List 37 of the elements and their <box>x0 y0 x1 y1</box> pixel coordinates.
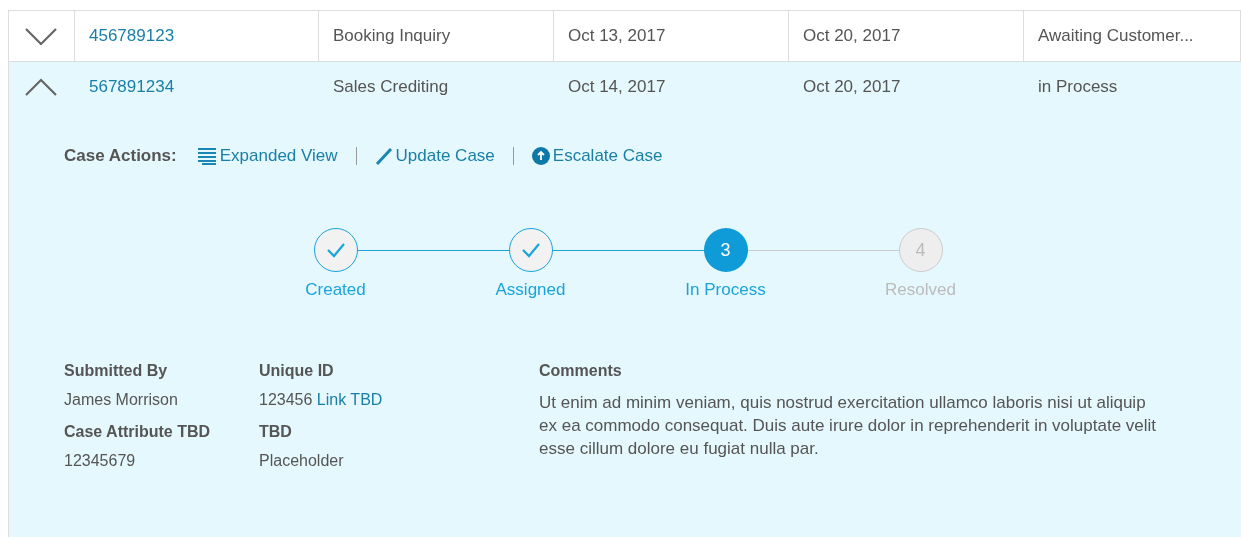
field-value: 123456 <box>259 391 313 408</box>
step-label: Resolved <box>885 280 956 300</box>
comments-label: Comments <box>539 362 623 380</box>
case-number-link[interactable]: 567891234 <box>89 77 175 97</box>
escalate-icon <box>531 147 550 165</box>
action-link[interactable]: Expanded View <box>196 146 338 166</box>
table-cell: Awaiting Customer... <box>1038 26 1194 46</box>
step-label: In Process <box>685 280 766 300</box>
table-cell: Oct 13, 2017 <box>568 26 666 46</box>
field-label: Unique ID <box>259 362 335 380</box>
field-label: Submitted By <box>64 362 169 380</box>
field-label: Case Attribute TBD <box>64 423 212 441</box>
expand-chevron-icon[interactable] <box>24 26 58 46</box>
table-cell: Oct 20, 2017 <box>803 77 901 97</box>
check-icon <box>520 242 541 258</box>
link[interactable]: Link TBD <box>316 391 383 408</box>
case-number-link[interactable]: 456789123 <box>89 26 175 46</box>
field-value: James Morrison <box>64 391 179 409</box>
collapse-chevron-icon[interactable] <box>24 77 58 97</box>
list-icon <box>196 147 217 165</box>
field-label: TBD <box>259 423 293 441</box>
pencil-icon <box>374 147 393 165</box>
field-value: 12345679 <box>64 452 137 470</box>
table-cell: Booking Inquiry <box>333 26 451 46</box>
step-label: Assigned <box>495 280 566 300</box>
table-cell: Oct 20, 2017 <box>803 26 901 46</box>
field-value: Placeholder <box>259 452 345 470</box>
action-link[interactable]: Update Case <box>374 146 495 166</box>
step-label: Created <box>305 280 366 300</box>
comments-text: Ut enim ad minim veniam, quis nostrud exercitation ullamco laboris nisi ut aliquip ex ea commodo consequat. Duis aute irure dolor in reprehenderit in voluptate velit esse cillum dolore eu fugiat nulla par. <box>539 392 1158 460</box>
table-cell: in Process <box>1038 77 1118 97</box>
table-cell: Oct 14, 2017 <box>568 77 666 97</box>
table-cell: Sales Crediting <box>333 77 449 97</box>
case-actions-label: Case Actions: <box>64 146 177 166</box>
step-circle: 3 <box>703 228 748 272</box>
check-icon <box>325 242 346 258</box>
action-link[interactable]: Escalate Case <box>531 146 663 166</box>
